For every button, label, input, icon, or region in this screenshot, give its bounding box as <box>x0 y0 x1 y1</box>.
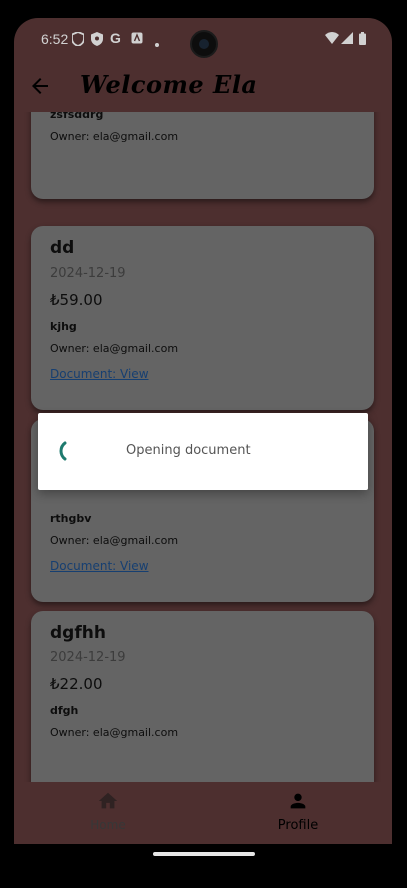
progress-spinner-icon <box>59 438 85 464</box>
home-indicator[interactable] <box>153 852 255 856</box>
dialog-message: Opening document <box>126 443 251 458</box>
loading-dialog: Opening document <box>38 413 368 490</box>
phone-screen: 6:52 G Welcome Ela zsfsddrg Owner: ela@g… <box>14 18 392 844</box>
